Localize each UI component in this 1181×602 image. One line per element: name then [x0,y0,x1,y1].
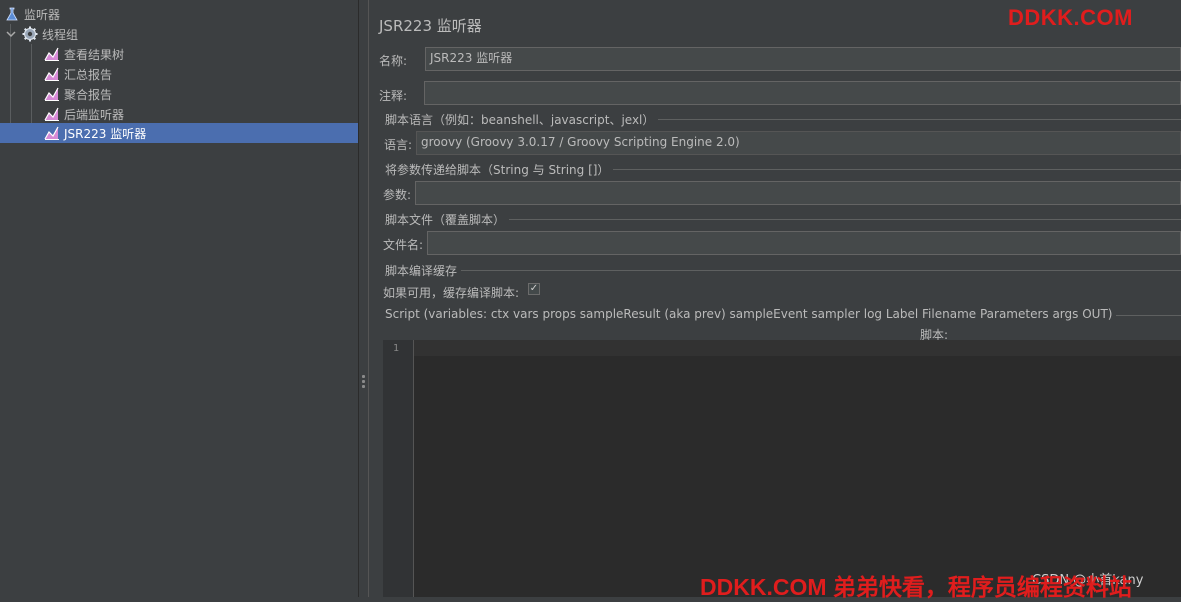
parameters-section: 将参数传递给脚本（String 与 String []） [385,161,1181,177]
watermark-top: DDKK.COM [1008,5,1133,30]
chevron-down-icon[interactable] [4,26,18,42]
section-title: 将参数传递给脚本（String 与 String []） [385,163,614,177]
chart-icon [44,106,60,122]
section-title: 脚本文件（覆盖脚本） [385,213,510,227]
gear-icon [22,26,38,42]
script-editor[interactable]: 1 [383,340,1181,597]
comment-field[interactable] [424,81,1181,105]
page-title: JSR223 监听器 [379,17,482,35]
script-language-section: 脚本语言（例如：beanshell、javascript、jexl） [385,111,1181,127]
tree-label: 聚合报告 [64,87,113,102]
current-line-highlight [414,340,1181,356]
line-number: 1 [393,343,400,354]
section-title: Script (variables: ctx vars props sample… [385,307,1117,321]
filename-label: 文件名: [383,238,424,252]
chart-icon [44,66,60,82]
tree-guide-line [31,44,32,134]
section-title: 脚本编译缓存 [385,264,462,278]
chart-icon [44,86,60,102]
name-field[interactable]: JSR223 监听器 [425,47,1181,71]
tree-label: 后端监听器 [64,107,125,122]
test-plan-tree: 监听器 线程组 查看结果树 汇总报告 聚合报告 后端监听器 JSR223 监听器 [0,0,358,597]
comment-label: 注释: [379,89,408,103]
section-divider [385,270,1181,271]
tree-node-listener-root[interactable]: 监听器 [4,4,60,24]
tree-label: 线程组 [42,27,79,42]
tree-node-thread-group[interactable]: 线程组 [4,24,78,44]
language-label: 语言: [384,138,413,152]
name-label: 名称: [379,54,408,68]
cache-compiled-checkbox[interactable]: ✓ [528,283,540,295]
tree-label: 汇总报告 [64,67,113,82]
tree-node-summary-report[interactable]: 汇总报告 [44,64,112,84]
language-select[interactable]: groovy (Groovy 3.0.17 / Groovy Scripting… [416,131,1181,155]
cache-compiled-label: 如果可用，缓存编译脚本: [383,286,520,300]
parameters-field[interactable] [415,181,1181,205]
compile-cache-section: 脚本编译缓存 [385,262,1181,278]
splitter-grip-icon[interactable] [362,375,365,390]
jsr223-listener-panel: JSR223 监听器 名称: JSR223 监听器 注释: 脚本语言（例如：be… [368,0,1181,597]
tree-node-jsr223-listener[interactable]: JSR223 监听器 [0,123,358,143]
tree-label: 查看结果树 [64,47,125,62]
checkmark-icon: ✓ [529,283,539,294]
tree-label: JSR223 监听器 [64,126,147,141]
tree-node-backend-listener[interactable]: 后端监听器 [44,104,124,124]
parameters-label: 参数: [383,188,412,202]
section-title: 脚本语言（例如：beanshell、javascript、jexl） [385,113,659,127]
tree-label: 监听器 [24,7,61,22]
chart-icon [44,46,60,62]
script-file-section: 脚本文件（覆盖脚本） [385,211,1181,227]
script-section: Script (variables: ctx vars props sample… [385,307,1181,321]
flask-icon [4,6,20,22]
filename-field[interactable] [427,231,1181,255]
tree-node-view-results-tree[interactable]: 查看结果树 [44,44,124,64]
chart-icon [44,125,60,141]
line-number-gutter: 1 [383,340,414,597]
tree-node-aggregate-report[interactable]: 聚合报告 [44,84,112,104]
